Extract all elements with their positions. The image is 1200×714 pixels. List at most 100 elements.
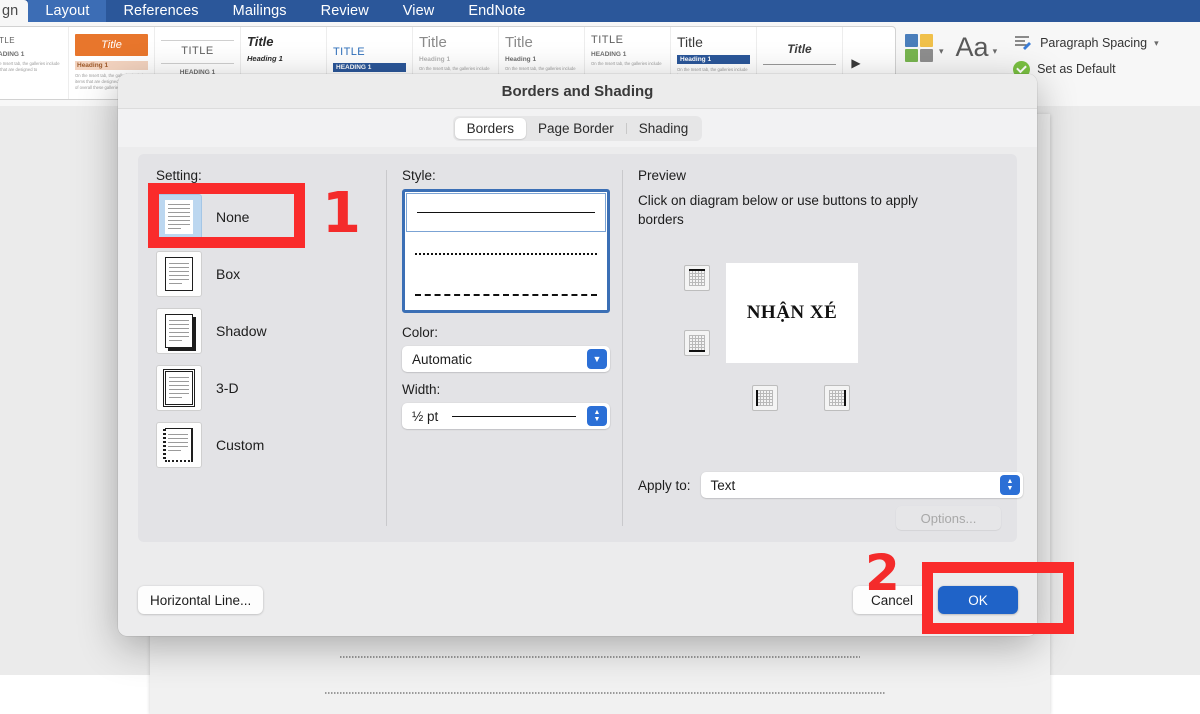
apply-to-label: Apply to: bbox=[638, 478, 691, 493]
paragraph-spacing-label: Paragraph Spacing bbox=[1040, 36, 1147, 50]
dialog-tab-row: Borders Page Border Shading bbox=[118, 108, 1037, 147]
setting-thumb-box-icon[interactable] bbox=[156, 251, 202, 297]
gallery-body: On the Insert tab, the galleries include… bbox=[0, 61, 62, 73]
paragraph-spacing-button[interactable]: Paragraph Spacing ▾ bbox=[1013, 30, 1159, 56]
apply-to-row: Apply to: Text ▲▼ bbox=[638, 472, 1023, 498]
gallery-title: Title bbox=[75, 34, 148, 56]
panel-divider bbox=[386, 170, 387, 526]
paragraph-group: Paragraph Spacing ▾ Set as Default bbox=[1013, 30, 1159, 82]
paragraph-spacing-caret-icon[interactable]: ▾ bbox=[1154, 38, 1159, 49]
width-stepper[interactable]: ½ pt ▲▼ bbox=[402, 403, 610, 429]
gallery-heading: Heading 1 bbox=[75, 61, 148, 70]
style-option-dotted[interactable] bbox=[405, 233, 607, 274]
color-label: Color: bbox=[402, 325, 610, 340]
setting-option-label: Box bbox=[216, 266, 240, 282]
style-label: Style: bbox=[402, 168, 610, 183]
dialog-tabs-segmented-control: Borders Page Border Shading bbox=[453, 116, 703, 141]
ok-button[interactable]: OK bbox=[938, 586, 1018, 614]
style-line-dotted-icon bbox=[415, 253, 597, 255]
preview-diagram[interactable]: NHẬN XÉ bbox=[638, 255, 1023, 405]
width-value: ½ pt bbox=[412, 409, 438, 424]
color-select-value: Automatic bbox=[412, 352, 472, 367]
gallery-heading: Heading 1 bbox=[505, 56, 578, 63]
style-line-dashed-icon bbox=[415, 294, 597, 296]
style-line-solid-icon bbox=[417, 212, 595, 213]
setting-thumb-3d-icon[interactable] bbox=[156, 365, 202, 411]
theme-colors-caret-icon[interactable]: ▾ bbox=[939, 46, 944, 57]
gallery-heading: Heading 1 bbox=[419, 56, 492, 63]
ribbon-tab-endnote[interactable]: EndNote bbox=[451, 0, 542, 22]
style-option-solid[interactable] bbox=[406, 193, 606, 232]
preview-sample-text: NHẬN XÉ bbox=[747, 302, 838, 324]
document-dotted-rule bbox=[340, 656, 860, 658]
setting-thumb-none-icon[interactable] bbox=[156, 194, 202, 240]
document-dotted-rule bbox=[325, 692, 885, 694]
setting-option-custom[interactable]: Custom bbox=[156, 417, 382, 473]
setting-option-3d[interactable]: 3-D bbox=[156, 360, 382, 416]
theme-colors-icon[interactable] bbox=[905, 34, 935, 64]
dialog-titlebar: Borders and Shading bbox=[118, 74, 1037, 108]
chevron-down-icon[interactable]: ▼ bbox=[587, 349, 607, 369]
gallery-title: TITLE bbox=[333, 46, 406, 58]
gallery-title: Title bbox=[763, 42, 836, 56]
setting-thumb-custom-icon[interactable] bbox=[156, 422, 202, 468]
setting-thumb-shadow-icon[interactable] bbox=[156, 308, 202, 354]
border-toggle-right-icon[interactable] bbox=[824, 385, 850, 411]
setting-option-shadow[interactable]: Shadow bbox=[156, 303, 382, 359]
setting-option-label: Custom bbox=[216, 437, 264, 453]
border-toggle-bottom-icon[interactable] bbox=[684, 330, 710, 356]
border-toggle-top-icon[interactable] bbox=[684, 265, 710, 291]
style-list[interactable] bbox=[402, 189, 610, 313]
setting-option-label: 3-D bbox=[216, 380, 239, 396]
style-option-dashed[interactable] bbox=[405, 274, 607, 313]
gallery-body: On the Insert tab, the galleries include bbox=[419, 66, 492, 72]
setting-option-label: Shadow bbox=[216, 323, 267, 339]
gallery-title: Title bbox=[677, 34, 750, 50]
preview-sample-box[interactable]: NHẬN XÉ bbox=[726, 263, 858, 363]
paragraph-spacing-icon bbox=[1013, 34, 1033, 52]
color-select[interactable]: Automatic ▼ bbox=[402, 346, 610, 372]
set-as-default-label: Set as Default bbox=[1037, 62, 1116, 76]
gallery-heading: Heading 1 bbox=[247, 54, 320, 63]
style-column: Style: Color: Automatic ▼ Width: ½ pt bbox=[402, 168, 610, 429]
preview-help-text: Click on diagram below or use buttons to… bbox=[638, 191, 948, 229]
apply-to-value: Text bbox=[711, 478, 736, 493]
border-toggle-left-icon[interactable] bbox=[752, 385, 778, 411]
setting-option-box[interactable]: Box bbox=[156, 246, 382, 302]
ribbon-tab-references[interactable]: References bbox=[106, 0, 215, 22]
theme-fonts-icon[interactable]: Aa bbox=[956, 30, 989, 64]
tab-shading[interactable]: Shading bbox=[627, 118, 701, 139]
ribbon-tab-layout[interactable]: Layout bbox=[28, 0, 106, 22]
stepper-updown-icon[interactable]: ▲▼ bbox=[1000, 475, 1020, 495]
dialog-content-panel: Setting: None bbox=[138, 154, 1017, 542]
horizontal-line-button[interactable]: Horizontal Line... bbox=[138, 586, 263, 614]
gallery-title: Title bbox=[505, 34, 578, 51]
style-gallery-item[interactable]: Title HEADING 1 On the Insert tab, the g… bbox=[0, 27, 69, 99]
width-label: Width: bbox=[402, 382, 610, 397]
gallery-body: On the Insert tab, the galleries include bbox=[505, 66, 578, 72]
gallery-heading: HEADING 1 bbox=[0, 51, 62, 58]
tab-page-border[interactable]: Page Border bbox=[526, 118, 626, 139]
width-preview-line-icon bbox=[452, 416, 576, 417]
preview-column: Preview Click on diagram below or use bu… bbox=[638, 168, 1023, 405]
options-button[interactable]: Options... bbox=[896, 506, 1001, 530]
stepper-updown-icon[interactable]: ▲▼ bbox=[587, 406, 607, 426]
dialog-title: Borders and Shading bbox=[502, 83, 654, 100]
ribbon-tab-view[interactable]: View bbox=[386, 0, 452, 22]
ribbon-tab-design[interactable]: gn bbox=[0, 0, 28, 22]
gallery-heading: Heading 1 bbox=[677, 55, 750, 64]
gallery-heading: HEADING 1 bbox=[591, 51, 664, 58]
panel-divider bbox=[622, 170, 623, 526]
apply-to-select[interactable]: Text ▲▼ bbox=[701, 472, 1023, 498]
ribbon-tab-mailings[interactable]: Mailings bbox=[216, 0, 304, 22]
gallery-title: Title bbox=[247, 34, 320, 49]
ribbon-tab-review[interactable]: Review bbox=[304, 0, 386, 22]
setting-option-label: None bbox=[216, 209, 249, 225]
tab-borders[interactable]: Borders bbox=[455, 118, 526, 139]
gallery-title: Title bbox=[419, 34, 492, 51]
theme-fonts-caret-icon[interactable]: ▾ bbox=[993, 46, 998, 57]
preview-label: Preview bbox=[638, 168, 1023, 183]
ribbon-tab-strip: gn Layout References Mailings Review Vie… bbox=[0, 0, 1200, 22]
gallery-title: TITLE bbox=[591, 34, 664, 46]
annotation-step-1-label: 1 bbox=[322, 186, 361, 242]
